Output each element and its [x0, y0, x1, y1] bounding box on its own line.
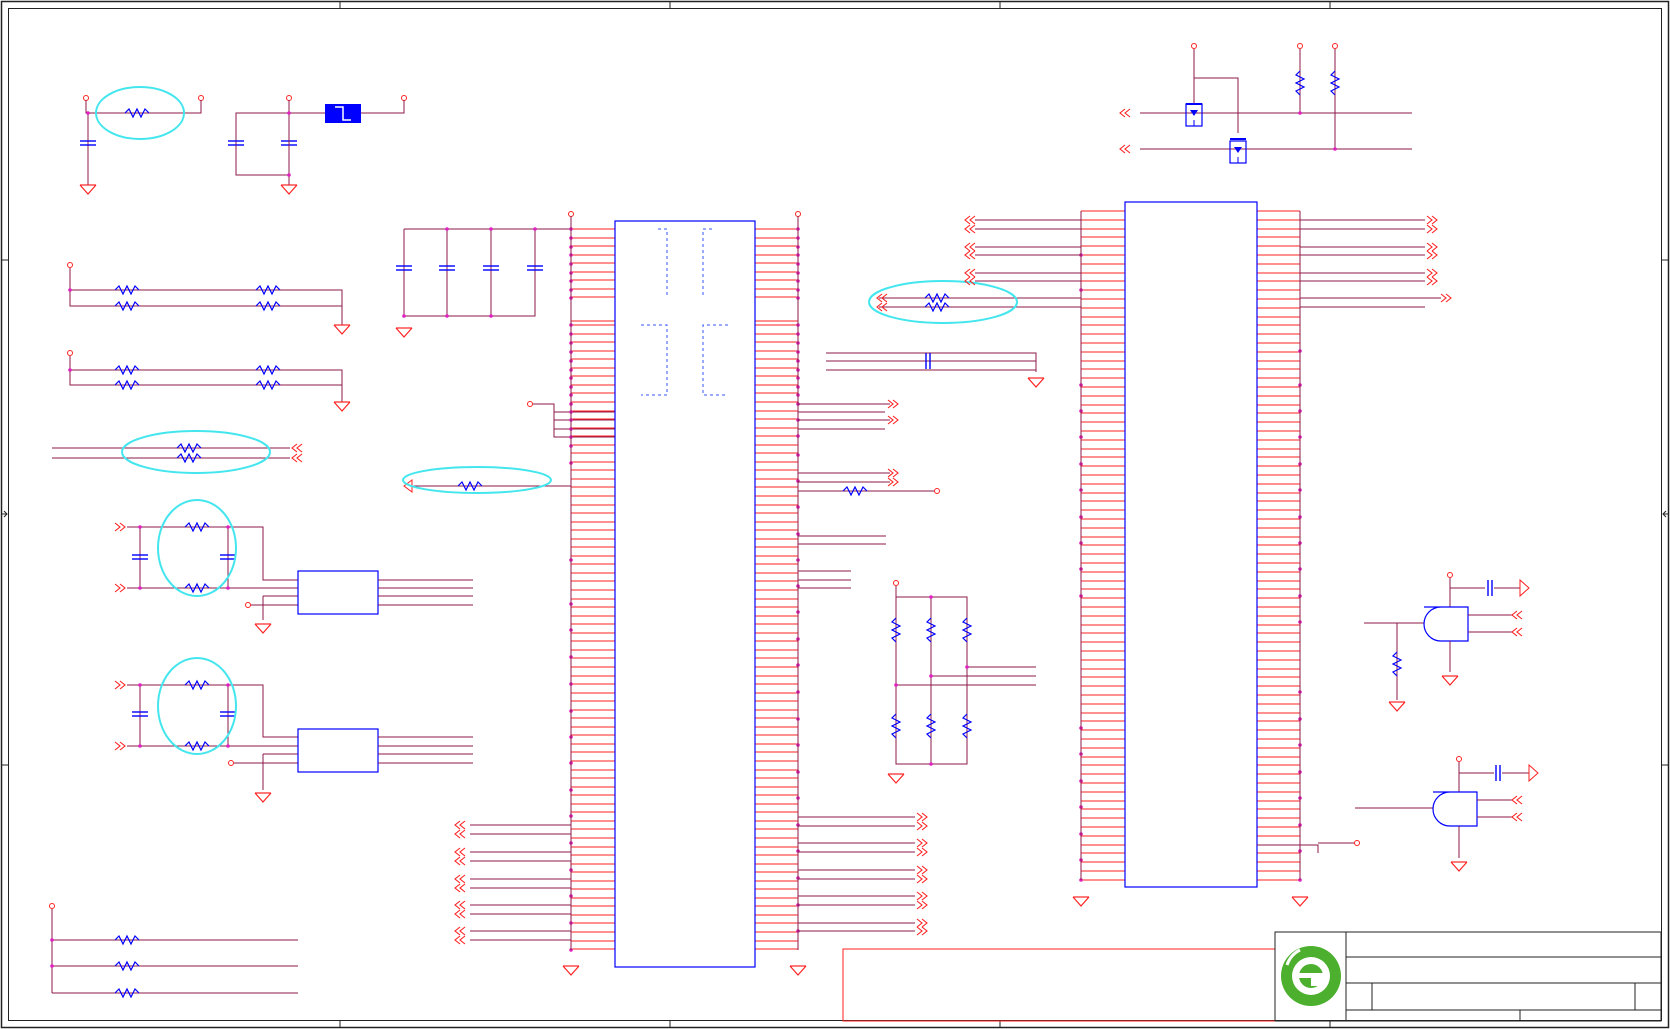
offpage-connector-icon — [454, 883, 466, 893]
main-ic-1 — [562, 211, 807, 976]
pullup-resistor-group-2 — [67, 350, 351, 412]
offpage-connector-icon — [454, 926, 466, 936]
offpage-connector-icon — [916, 918, 928, 928]
offpage-connector-icon — [454, 856, 466, 866]
pullup-resistor-group-1 — [67, 262, 351, 335]
offpage-connector-icon — [454, 829, 466, 839]
and-gate-icon — [1432, 791, 1478, 827]
border-frame — [0, 0, 1670, 1029]
offpage-connector-icon — [454, 847, 466, 857]
ic1-bottom-left-bus — [454, 820, 571, 945]
title-block — [842, 931, 1662, 1022]
highlight-ellipse — [402, 466, 552, 494]
usb-filter-2 — [114, 657, 473, 803]
offpage-connector-icon — [916, 891, 928, 901]
mosfet-icon — [1229, 138, 1247, 164]
offpage-connector-icon — [454, 820, 466, 830]
offpage-connector-icon — [916, 838, 928, 848]
offpage-connector-icon — [916, 874, 928, 884]
highlight-ellipse — [868, 280, 1018, 324]
offpage-connector-icon — [454, 900, 466, 910]
offpage-connector-icon — [916, 847, 928, 857]
series-resistor-group — [49, 903, 298, 998]
offpage-connector-icon — [916, 900, 928, 910]
mosfet-icon — [1185, 103, 1203, 127]
offpage-connector-icon — [454, 935, 466, 945]
ferrite-filter-block — [79, 86, 204, 195]
ic2-io-lines — [964, 215, 1452, 308]
decoupling-caps — [395, 227, 571, 338]
circled-e-logo — [1281, 946, 1341, 1006]
diff-pair-ferrite — [52, 430, 303, 474]
offpage-connector-icon — [916, 821, 928, 831]
offpage-connector-icon — [916, 812, 928, 822]
crystal-block — [227, 95, 407, 195]
level-shifter — [1119, 43, 1412, 164]
offpage-connector-icon — [454, 874, 466, 884]
esd-chip-1 — [297, 570, 379, 615]
highlight-ellipse — [157, 657, 237, 755]
ferrite-input-line — [402, 466, 571, 494]
ic1-right-signals — [798, 399, 940, 589]
offpage-connector-icon — [916, 926, 928, 936]
esd-chip-2 — [297, 728, 379, 773]
ic1-bottom-right-bus — [798, 812, 928, 936]
mid-coupling-cap — [826, 352, 1045, 388]
mid-ferrite — [868, 280, 1081, 324]
usb-filter-1 — [114, 499, 473, 634]
highlight-ellipse — [121, 430, 271, 474]
logic-gate-2 — [1355, 756, 1539, 872]
main-ic-2 — [1072, 201, 1360, 907]
offpage-connector-icon — [916, 865, 928, 875]
highlight-ellipse — [157, 499, 237, 597]
resistor-array — [887, 580, 1036, 784]
schematic-sheet — [0, 0, 1670, 1029]
offpage-connector-icon — [454, 909, 466, 919]
logic-gate-1 — [1364, 572, 1530, 712]
and-gate-icon — [1423, 606, 1469, 642]
